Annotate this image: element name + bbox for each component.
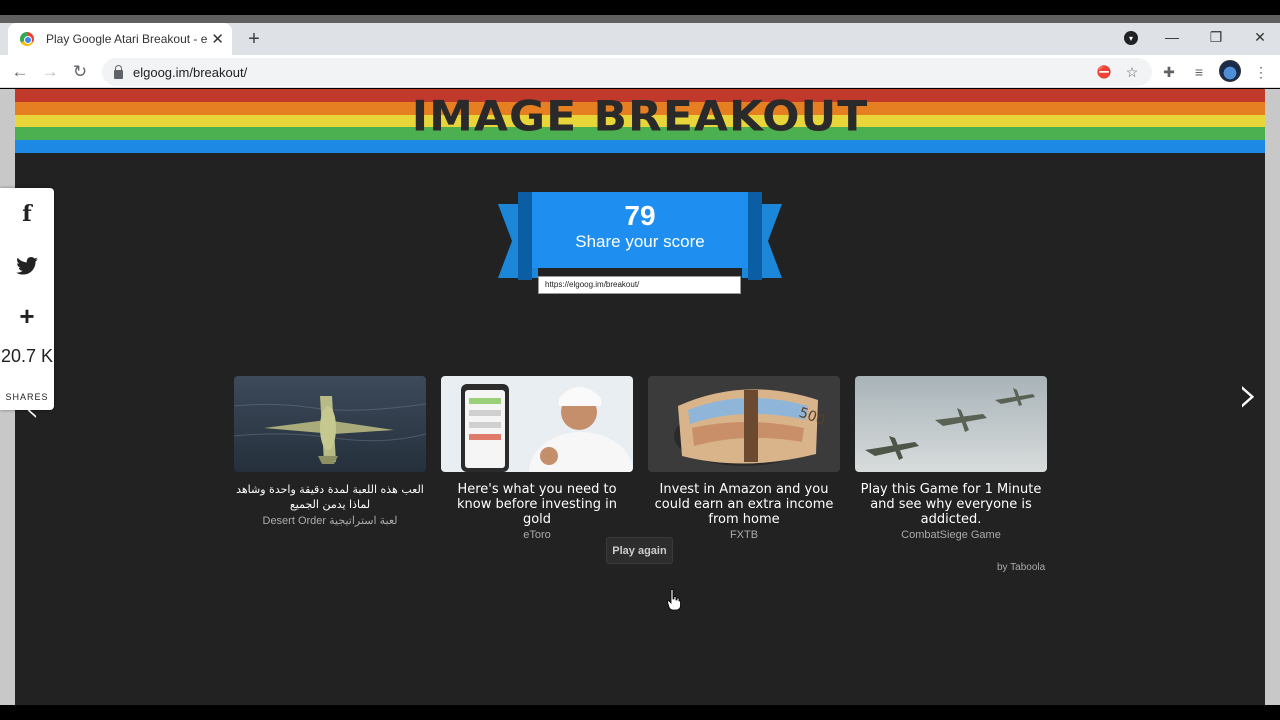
card-title: Invest in Amazon and you could earn an e… xyxy=(654,482,834,527)
address-bar[interactable]: elgoog.im/breakout/ xyxy=(102,58,1152,86)
card-title: العب هذه اللعبة لمدة دقيقة واحدة وشاهد ل… xyxy=(236,483,424,511)
blocked-icon[interactable]: ⛔ xyxy=(1095,63,1113,81)
close-tab-icon[interactable]: ✕ xyxy=(211,30,224,48)
url-text: elgoog.im/breakout/ xyxy=(133,64,248,80)
score-value: 79 xyxy=(624,200,656,231)
right-gutter xyxy=(1265,89,1280,705)
card-title: Play this Game for 1 Minute and see why … xyxy=(860,482,1042,527)
carousel-next-icon[interactable]: › xyxy=(1238,369,1259,421)
card-source: FXTB xyxy=(729,529,759,541)
tab-title: Play Google Atari Breakout - elgoog xyxy=(46,32,208,46)
card-image xyxy=(441,376,633,472)
hand-cursor-icon xyxy=(667,589,681,611)
share-score-label: Share your score xyxy=(575,232,705,251)
card-image: 500 xyxy=(648,376,840,472)
share-url-field[interactable]: https://elgoog.im/breakout/ xyxy=(538,276,741,294)
twitter-icon[interactable] xyxy=(0,246,54,286)
new-tab-button[interactable]: + xyxy=(244,27,264,51)
card-image xyxy=(855,376,1047,472)
card-source: eToro xyxy=(523,529,551,541)
share-count: 20.7 K xyxy=(0,346,54,366)
screen-top-bar xyxy=(0,0,1280,15)
browser-toolbar: ← → ↻ elgoog.im/breakout/ ⛔ ☆ ✚ ≡ ⋮ xyxy=(0,55,1280,88)
card-image xyxy=(234,376,426,472)
taboola-credit[interactable]: by Taboola xyxy=(997,562,1045,573)
recommendation-card[interactable]: Here's what you need to know before inve… xyxy=(441,376,633,541)
active-tab[interactable]: Play Google Atari Breakout - elgoog ✕ xyxy=(8,23,232,55)
ribbon-fold xyxy=(748,192,762,280)
card-title: Here's what you need to know before inve… xyxy=(457,482,617,527)
back-arrow-icon[interactable]: ← xyxy=(8,60,32,84)
card-source: CombatSiege Game xyxy=(901,529,1001,541)
extensions-puzzle-icon[interactable]: ✚ xyxy=(1160,63,1178,81)
tab-search-icon[interactable]: ▾ xyxy=(1124,31,1138,45)
recommendation-card[interactable]: Play this Game for 1 Minute and see why … xyxy=(855,376,1047,541)
close-window-icon[interactable]: ✕ xyxy=(1248,23,1272,51)
banner-title: IMAGE BREAKOUT xyxy=(411,92,869,141)
shares-label: SHARES xyxy=(5,392,49,402)
forward-arrow-icon[interactable]: → xyxy=(38,60,62,84)
restore-icon[interactable]: ❐ xyxy=(1204,23,1228,51)
menu-kebab-icon[interactable]: ⋮ xyxy=(1252,63,1270,81)
site-favicon-icon xyxy=(20,32,34,46)
facebook-icon[interactable]: f xyxy=(0,194,54,234)
ribbon-fold xyxy=(518,192,532,280)
play-again-button[interactable]: Play again xyxy=(606,537,673,564)
minimize-icon[interactable]: — xyxy=(1160,23,1184,51)
share-score-button[interactable]: 79 Share your score xyxy=(532,192,748,268)
tab-strip: Play Google Atari Breakout - elgoog ✕ + xyxy=(0,23,1280,55)
window-frame xyxy=(0,15,1280,23)
banner-stripe xyxy=(15,140,1265,153)
reload-icon[interactable]: ↻ xyxy=(68,60,92,84)
card-source: Desert Order لعبة استراتيجية xyxy=(262,515,398,527)
screen-bottom-bar xyxy=(0,705,1280,720)
profile-avatar[interactable] xyxy=(1219,60,1241,82)
plus-icon[interactable]: + xyxy=(0,296,54,336)
bookmark-star-icon[interactable]: ☆ xyxy=(1123,63,1141,81)
recommendation-card[interactable]: العب هذه اللعبة لمدة دقيقة واحدة وشاهد ل… xyxy=(234,376,426,527)
social-share-bar: f + 20.7 K SHARES xyxy=(0,188,54,410)
recommendation-card[interactable]: 500 Invest in Amazon and you could earn … xyxy=(648,376,840,541)
media-queue-icon[interactable]: ≡ xyxy=(1190,63,1208,81)
lock-icon xyxy=(114,64,123,79)
game-page: IMAGE BREAKOUT 79 Share your score العب … xyxy=(15,89,1265,705)
